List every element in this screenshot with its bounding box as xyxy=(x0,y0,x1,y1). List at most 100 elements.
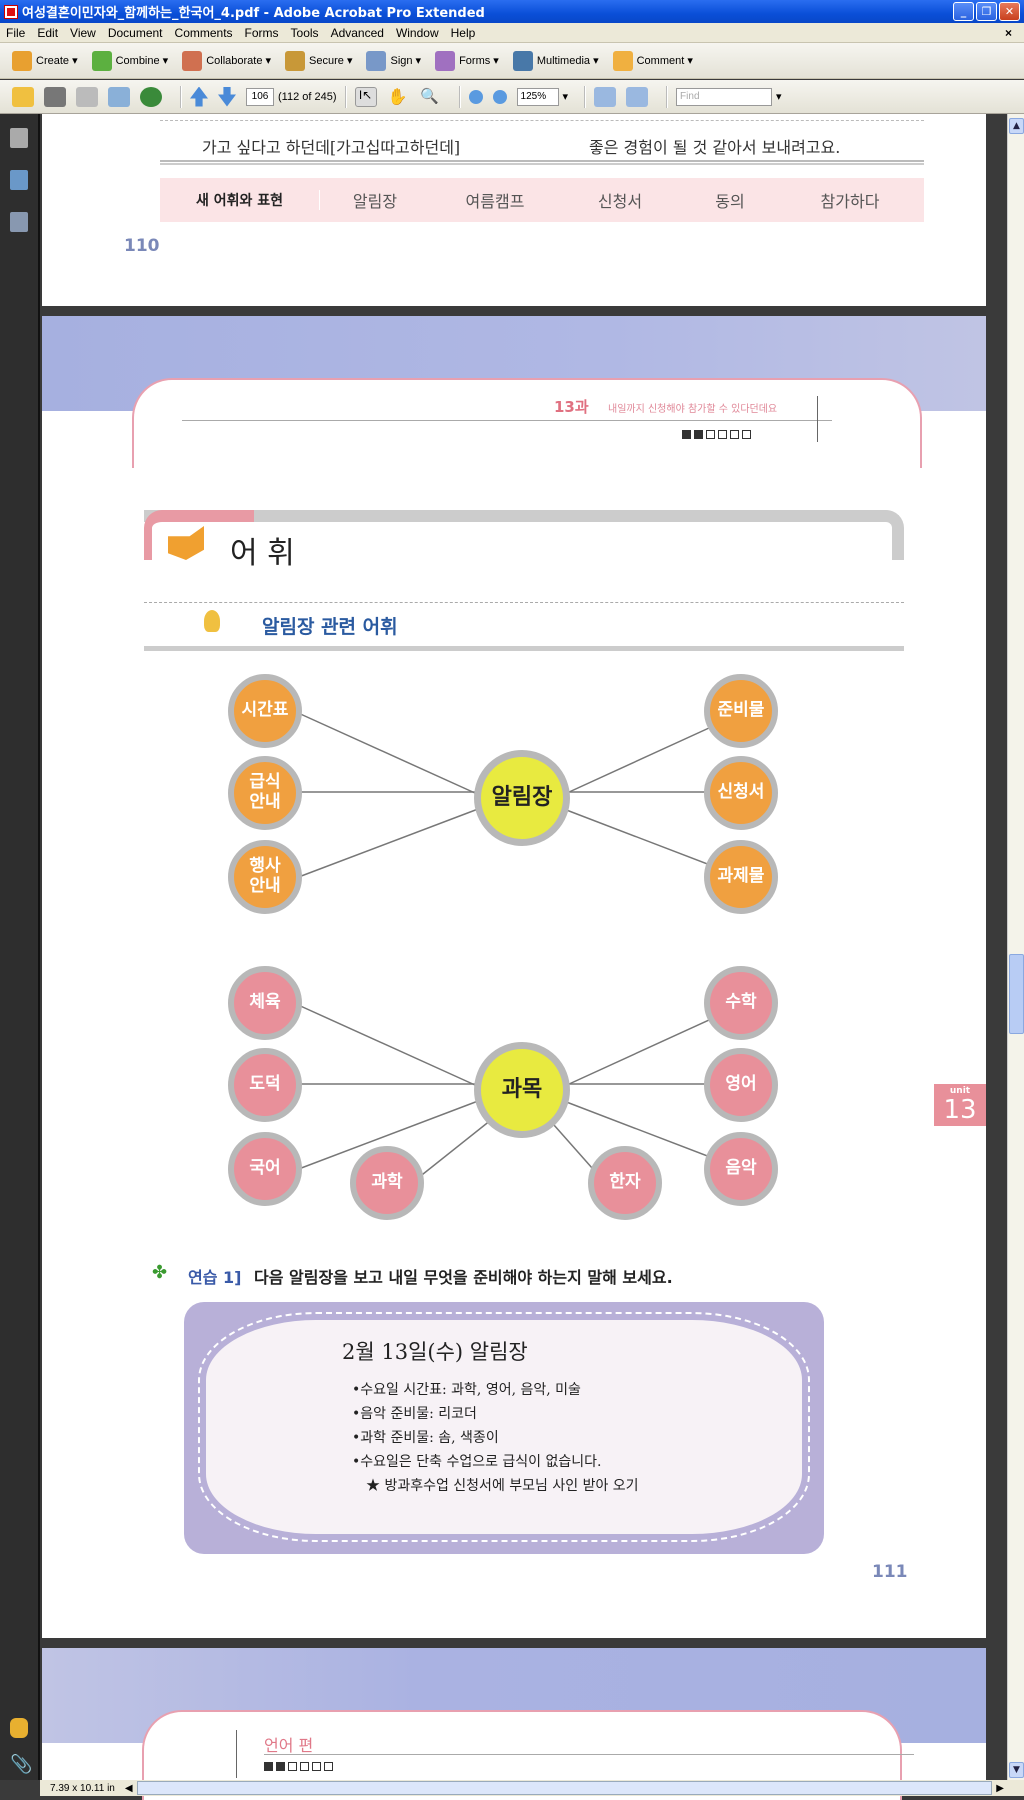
separator xyxy=(584,85,587,108)
menu-edit[interactable]: Edit xyxy=(31,26,64,40)
page-number-input[interactable]: 106 xyxy=(246,87,274,106)
exercise-label: 연습 1] xyxy=(188,1268,242,1287)
toolbar-button-forms[interactable]: Forms ▾ xyxy=(435,50,499,71)
scroll-left-button[interactable]: ◀ xyxy=(125,1783,133,1794)
zoom-dropdown-icon[interactable]: ▾ xyxy=(563,90,569,103)
vocab-label: 새 어휘와 표현 xyxy=(160,190,320,210)
notice-title: 2월 13일(수) 알림장 xyxy=(342,1340,528,1364)
menu-tools[interactable]: Tools xyxy=(285,26,325,40)
fit-width-icon[interactable] xyxy=(594,86,617,107)
node-supplies: 준비물 xyxy=(704,674,778,748)
web-icon[interactable] xyxy=(140,86,162,107)
fit-page-icon[interactable] xyxy=(626,86,649,107)
notice-item: •과학 준비물: 솜, 색종이 xyxy=(352,1430,499,1446)
progress-box-empty xyxy=(312,1762,321,1771)
menu-window[interactable]: Window xyxy=(390,26,445,40)
separator xyxy=(180,85,182,108)
node-center-subjects: 과목 xyxy=(474,1042,570,1138)
dialog-line-left: 가고 싶다고 하던데[가고십따고하던데] xyxy=(202,138,461,157)
vertical-scrollbar[interactable]: ▲ ▼ xyxy=(1007,114,1024,1780)
vocab-item: 신청서 xyxy=(597,192,643,211)
zoom-level-input[interactable]: 125% xyxy=(516,87,559,106)
node-application: 신청서 xyxy=(704,756,778,830)
document-close-button[interactable]: × xyxy=(999,26,1018,40)
node-english: 영어 xyxy=(704,1048,778,1122)
email-icon[interactable] xyxy=(108,86,130,107)
node-event-info: 행사 안내 xyxy=(228,840,302,914)
node-timetable: 시간표 xyxy=(228,674,302,748)
dialog-line-right: 좋은 경험이 될 것 같아서 보내려고요. xyxy=(589,138,841,157)
file-toolbar: 106 (112 of 245) I↖ ✋ 🔍 125% ▾ Find ▾ xyxy=(0,80,1024,114)
toolbar-button-label: Multimedia ▾ xyxy=(536,55,599,67)
navigation-pane: 📎 xyxy=(0,114,40,1780)
next-page-icon[interactable] xyxy=(218,86,236,107)
horizontal-scrollbar[interactable] xyxy=(136,1781,993,1795)
toolbar-button-label: Comment ▾ xyxy=(636,55,693,67)
divider xyxy=(160,160,924,165)
attachments-icon[interactable]: 📎 xyxy=(10,1754,32,1775)
notice-item: •음악 준비물: 리코더 xyxy=(352,1406,477,1422)
bookmarks-icon[interactable] xyxy=(10,170,28,190)
menu-help[interactable]: Help xyxy=(445,26,482,40)
progress-box-empty xyxy=(288,1762,297,1771)
close-button[interactable]: ✕ xyxy=(999,2,1020,21)
toolbar-button-label: Secure ▾ xyxy=(309,55,353,67)
find-input[interactable]: Find xyxy=(676,87,773,106)
scroll-down-button[interactable]: ▼ xyxy=(1009,1762,1024,1778)
toolbar-button-comment[interactable]: Comment ▾ xyxy=(612,50,693,71)
notice-board: 2월 13일(수) 알림장 •수요일 시간표: 과학, 영어, 음악, 미술 •… xyxy=(184,1302,824,1554)
marquee-zoom-icon[interactable]: 🔍 xyxy=(419,87,441,107)
pages-icon[interactable] xyxy=(10,128,28,148)
unit-tab: unit 13 xyxy=(934,1084,986,1126)
menu-comments[interactable]: Comments xyxy=(169,26,239,40)
toolbar-button-collaborate[interactable]: Collaborate ▾ xyxy=(182,50,271,71)
create-icon xyxy=(12,50,32,71)
toolbar-button-sign[interactable]: Sign ▾ xyxy=(366,50,421,71)
menu-advanced[interactable]: Advanced xyxy=(325,26,390,40)
status-bar: 7.39 x 10.11 in ◀ ▶ xyxy=(40,1780,1024,1796)
zoom-out-icon[interactable] xyxy=(468,89,483,104)
menu-forms[interactable]: Forms xyxy=(239,26,285,40)
notice-star-item: ★ 방과후수업 신청서에 부모님 사인 받아 오기 xyxy=(366,1478,639,1494)
toolbar-button-secure[interactable]: Secure ▾ xyxy=(285,50,353,71)
vocab-item: 알림장 xyxy=(352,192,398,211)
progress-box-empty xyxy=(324,1762,333,1771)
notice-list: •수요일 시간표: 과학, 영어, 음악, 미술 •음악 준비물: 리코더 •과… xyxy=(352,1378,639,1498)
comments-icon[interactable] xyxy=(10,1718,28,1738)
menu-bar: File Edit View Document Comments Forms T… xyxy=(0,23,1024,43)
print-icon[interactable] xyxy=(44,86,66,107)
find-dropdown-icon[interactable]: ▾ xyxy=(776,90,782,103)
progress-box-filled xyxy=(264,1762,273,1771)
open-icon[interactable] xyxy=(12,86,34,107)
select-tool-icon[interactable]: I↖ xyxy=(354,86,377,107)
restore-button[interactable]: ❐ xyxy=(976,2,997,21)
vocab-bar: 새 어휘와 표현 알림장 여름캠프 신청서 동의 참가하다 xyxy=(160,178,924,222)
section-name: 언어 편 xyxy=(264,1736,314,1755)
multimedia-icon xyxy=(512,50,533,71)
zoom-in-icon[interactable] xyxy=(492,89,507,104)
scroll-thumb[interactable] xyxy=(1009,954,1024,1034)
node-meal-info: 급식 안내 xyxy=(228,756,302,830)
vocab-item: 여름캠프 xyxy=(465,192,525,211)
connector xyxy=(295,1003,487,1091)
combine-icon xyxy=(91,50,112,71)
menu-view[interactable]: View xyxy=(64,26,102,40)
toolbar-button-create[interactable]: Create ▾ xyxy=(12,50,78,71)
scroll-right-button[interactable]: ▶ xyxy=(996,1783,1004,1794)
scroll-up-button[interactable]: ▲ xyxy=(1009,118,1024,134)
toolbar-button-multimedia[interactable]: Multimedia ▾ xyxy=(512,50,599,71)
signatures-icon[interactable] xyxy=(10,212,28,232)
menu-document[interactable]: Document xyxy=(102,26,169,40)
previous-page-icon[interactable] xyxy=(190,86,208,107)
minimize-button[interactable]: _ xyxy=(953,2,974,21)
save-icon[interactable] xyxy=(76,86,98,107)
unit-number: 13 xyxy=(943,1095,977,1125)
progress-boxes xyxy=(264,1762,333,1771)
toolbar-button-combine[interactable]: Combine ▾ xyxy=(91,50,168,71)
connector xyxy=(295,711,487,799)
hand-tool-icon[interactable]: ✋ xyxy=(387,87,409,107)
pdf-page-112: 언어 편 xyxy=(42,1648,986,1800)
menu-file[interactable]: File xyxy=(0,26,31,40)
node-assignment: 과제물 xyxy=(704,840,778,914)
page-number: 111 xyxy=(872,1562,908,1582)
